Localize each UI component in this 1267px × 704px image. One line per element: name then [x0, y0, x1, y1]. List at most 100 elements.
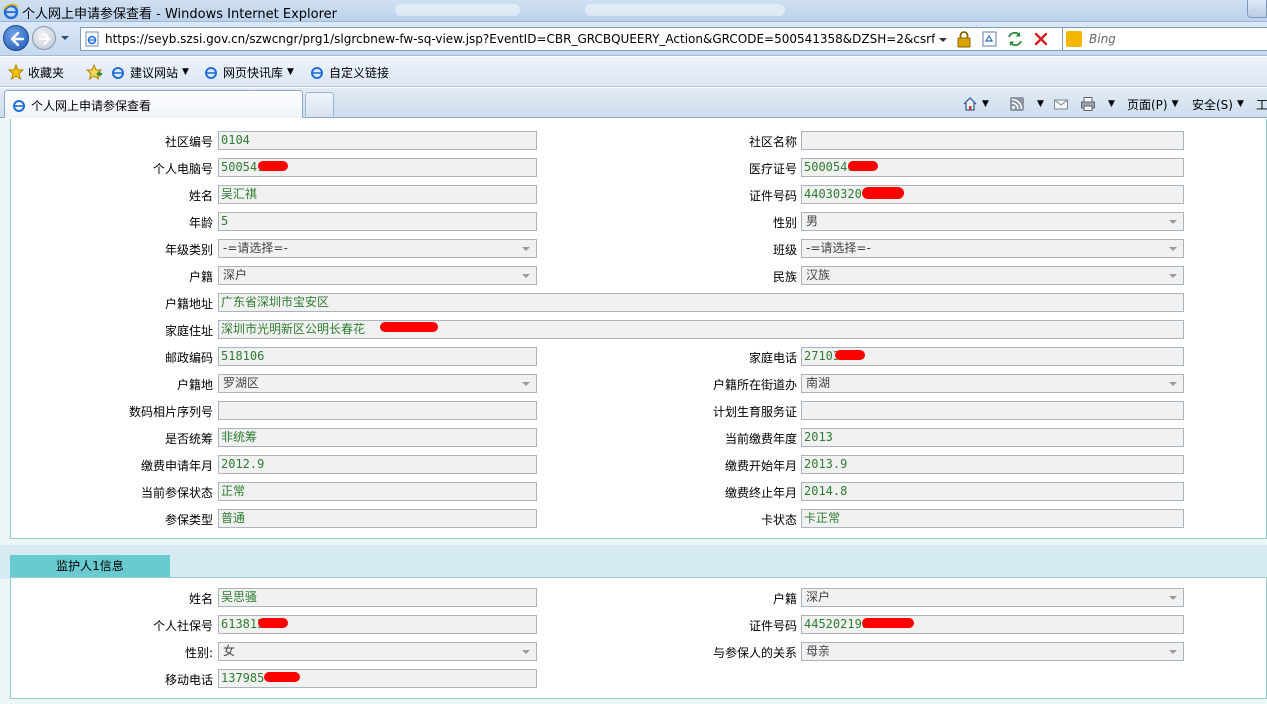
field-label: 缴费开始年月 [724, 459, 797, 473]
field-label: 姓名 [188, 592, 213, 606]
id-number-field[interactable]: 4403032007311 [801, 185, 1184, 204]
print-button[interactable]: ▼ [1080, 96, 1115, 112]
arrow-left-icon [10, 31, 25, 47]
field-label: 班级 [772, 243, 797, 257]
community-name-field[interactable] [801, 131, 1184, 150]
insurance-status-field[interactable]: 正常 [218, 482, 537, 501]
community-code-field[interactable]: 0104 [218, 131, 537, 150]
household-registration-select[interactable]: 深户 [218, 266, 537, 285]
household-district-select[interactable]: 罗湖区 [218, 374, 537, 393]
address-toolbar: https://seyb.szsi.gov.cn/szwcngr/prg1/sl… [0, 22, 1267, 56]
tab-current-page[interactable]: 个人网上申请参保查看 [4, 90, 303, 118]
printer-icon [1081, 97, 1095, 111]
family-planning-cert-field[interactable] [801, 401, 1184, 420]
overall-planning-field[interactable]: 非统筹 [218, 428, 537, 447]
forward-button[interactable] [32, 26, 56, 50]
payment-start-month-field[interactable]: 2013.9 [801, 455, 1184, 474]
field-label: 户籍 [772, 592, 797, 606]
payment-end-month-field[interactable]: 2014.8 [801, 482, 1184, 501]
rss-feed-icon [1010, 97, 1024, 111]
redaction-mark [848, 161, 878, 171]
page-menu-label: 页面(P) [1127, 97, 1168, 112]
redaction-mark [258, 161, 288, 171]
guardian-id-number-field[interactable]: 44520219885 [801, 615, 1184, 634]
safety-menu-label: 安全(S) [1192, 97, 1233, 112]
photo-serial-field[interactable] [218, 401, 537, 420]
field-label: 民族 [772, 270, 797, 284]
field-label: 性别: [184, 646, 213, 660]
class-select[interactable]: -=请选择=- [801, 239, 1184, 258]
back-button[interactable] [3, 25, 29, 51]
field-label: 计划生育服务证 [712, 405, 797, 419]
page-menu-button[interactable]: 页面(P) ▼ [1127, 96, 1179, 112]
field-label: 姓名 [188, 189, 213, 203]
payment-apply-month-field[interactable]: 2012.9 [218, 455, 537, 474]
card-status-field[interactable]: 卡正常 [801, 509, 1184, 528]
street-office-select[interactable]: 南湖 [801, 374, 1184, 393]
home-icon [963, 97, 977, 111]
guardian-name-field[interactable]: 吴思骚 [218, 588, 537, 607]
dropdown-arrow-icon: ▼ [1236, 99, 1244, 109]
redaction-mark [862, 618, 914, 628]
field-label: 证件号码 [748, 619, 797, 633]
safety-menu-button[interactable]: 安全(S) ▼ [1192, 96, 1244, 112]
fav-item-suggested-sites[interactable]: 建议网站 ▼ [110, 64, 189, 80]
page-content: 社区编号 0104 社区名称 个人电脑号 500541 医疗证号 5000546… [0, 119, 1267, 704]
tools-menu-button[interactable]: 工 [1256, 96, 1267, 112]
postal-code-field[interactable]: 518106 [218, 347, 537, 366]
stop-icon[interactable] [1031, 30, 1051, 48]
field-label: 与参保人的关系 [712, 646, 797, 660]
guardian-section-title: 监护人1信息 [10, 555, 170, 577]
search-input[interactable]: Bing [1062, 27, 1267, 51]
field-label: 社区名称 [748, 135, 797, 149]
home-button[interactable]: ▼ [962, 96, 989, 112]
gender-select[interactable]: 男 [801, 212, 1184, 231]
field-label: 户籍地址 [164, 297, 213, 311]
fav-item-custom-links[interactable]: 自定义链接 [309, 64, 389, 80]
age-field[interactable]: 5 [218, 212, 537, 231]
favorites-label: 收藏夹 [28, 65, 65, 80]
address-dropdown-icon[interactable] [938, 35, 948, 45]
insurance-type-field[interactable]: 普通 [218, 509, 537, 528]
guardian-gender-select[interactable]: 女 [218, 642, 537, 661]
feeds-button[interactable]: ▼ [1009, 96, 1044, 112]
fav-item-web-slice-gallery[interactable]: 网页快讯库 ▼ [203, 64, 294, 80]
compatibility-view-icon[interactable] [980, 30, 1000, 48]
current-payment-year-field[interactable]: 2013 [801, 428, 1184, 447]
address-field[interactable]: https://seyb.szsi.gov.cn/szwcngr/prg1/sl… [80, 27, 1080, 51]
section-header-strip [0, 545, 1267, 579]
recent-pages-dropdown-icon[interactable] [60, 33, 70, 43]
bing-logo-icon [1066, 31, 1082, 47]
refresh-icon[interactable] [1005, 30, 1025, 48]
favorites-button[interactable]: 收藏夹 [8, 64, 64, 80]
dropdown-arrow-icon: ▼ [982, 99, 989, 109]
ie-page-icon [112, 67, 124, 79]
new-tab-button[interactable] [305, 92, 334, 116]
home-address-field[interactable]: 深圳市光明新区公明长春花 [218, 320, 1184, 339]
add-favorite-icon [86, 64, 102, 80]
read-mail-button[interactable] [1053, 96, 1069, 112]
guardian-household-select[interactable]: 深户 [801, 588, 1184, 607]
guardian-relationship-select[interactable]: 母亲 [801, 642, 1184, 661]
ie-page-icon [205, 67, 217, 79]
grade-category-select[interactable]: -=请选择=- [218, 239, 537, 258]
ethnicity-select[interactable]: 汉族 [801, 266, 1184, 285]
minimize-button[interactable] [1247, 0, 1267, 18]
redaction-mark [380, 322, 438, 332]
add-to-favorites-bar-button[interactable] [86, 64, 106, 80]
window-title-bar: 个人网上申请参保查看 - Windows Internet Explorer [0, 0, 1267, 22]
tab-label: 个人网上申请参保查看 [31, 99, 152, 113]
fav-item-label: 建议网站 [130, 65, 179, 80]
star-icon [8, 64, 24, 80]
field-label: 邮政编码 [164, 351, 213, 365]
dropdown-arrow-icon: ▼ [1037, 99, 1044, 109]
field-label: 个人电脑号 [152, 162, 213, 176]
mail-icon [1054, 99, 1068, 110]
url-text[interactable]: https://seyb.szsi.gov.cn/szwcngr/prg1/sl… [105, 32, 935, 46]
redaction-mark [862, 187, 904, 199]
household-address-field[interactable]: 广东省深圳市宝安区 [218, 293, 1184, 312]
field-label: 户籍 [188, 270, 213, 284]
name-field[interactable]: 吴汇祺 [218, 185, 537, 204]
lock-icon[interactable] [954, 30, 974, 48]
field-label: 年级类别 [164, 243, 213, 257]
